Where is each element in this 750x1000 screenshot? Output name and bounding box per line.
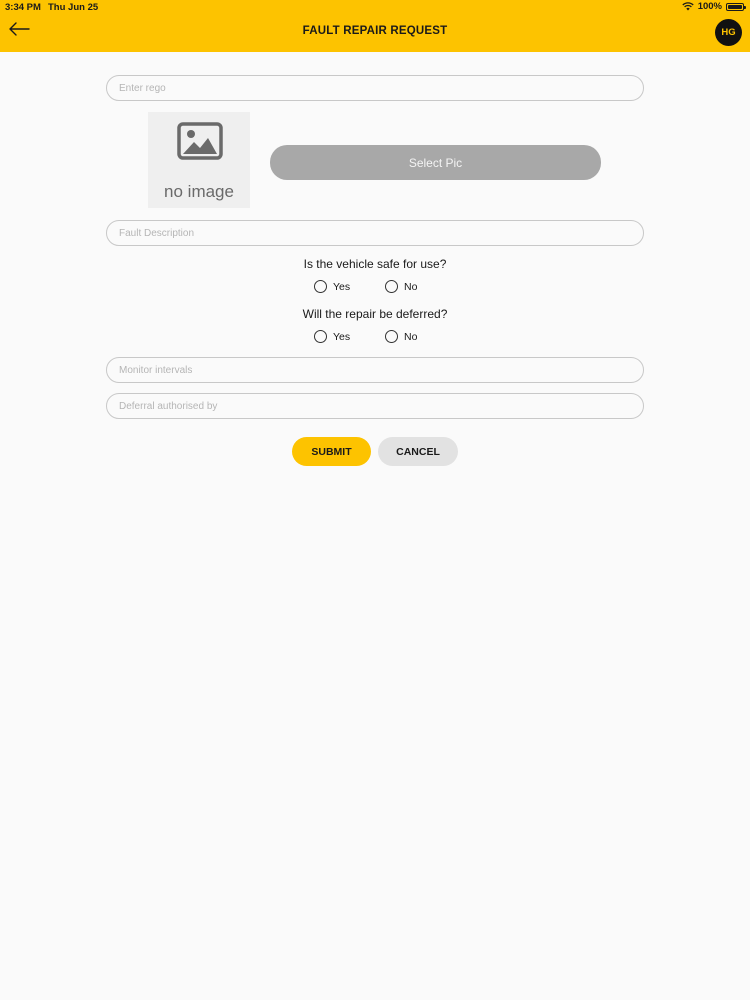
deferred-no-radio[interactable]: No bbox=[385, 330, 417, 343]
radio-circle[interactable] bbox=[385, 280, 398, 293]
status-time: 3:34 PM bbox=[5, 2, 41, 13]
no-image-label: no image bbox=[164, 182, 234, 201]
deferral-authorised-input[interactable] bbox=[106, 393, 644, 419]
image-icon bbox=[177, 122, 223, 160]
safe-yes-label: Yes bbox=[333, 280, 351, 293]
cancel-button[interactable]: CANCEL bbox=[378, 437, 458, 466]
submit-button[interactable]: SUBMIT bbox=[292, 437, 371, 466]
deferred-no-label: No bbox=[404, 330, 418, 343]
safe-no-label: No bbox=[404, 280, 418, 293]
rego-input[interactable] bbox=[106, 75, 644, 101]
fault-description-input[interactable] bbox=[106, 220, 644, 246]
image-placeholder: no image bbox=[148, 112, 250, 208]
battery-icon bbox=[726, 2, 746, 11]
battery-percent: 100% bbox=[697, 1, 722, 12]
safe-no-radio[interactable]: No bbox=[385, 280, 417, 293]
safe-yes-radio[interactable]: Yes bbox=[314, 280, 350, 293]
safe-question: Is the vehicle safe for use? bbox=[303, 257, 447, 271]
page-title: FAULT REPAIR REQUEST bbox=[302, 25, 448, 37]
wifi-icon bbox=[682, 2, 694, 11]
deferred-yes-label: Yes bbox=[333, 330, 351, 343]
deferred-question: Will the repair be deferred? bbox=[302, 307, 448, 321]
deferred-yes-radio[interactable]: Yes bbox=[314, 330, 350, 343]
radio-circle[interactable] bbox=[314, 330, 327, 343]
radio-circle[interactable] bbox=[314, 280, 327, 293]
radio-circle[interactable] bbox=[385, 330, 398, 343]
status-date: Thu Jun 25 bbox=[48, 2, 99, 13]
status-indicators: 100% bbox=[682, 1, 746, 12]
select-pic-button[interactable]: Select Pic bbox=[270, 145, 601, 180]
monitor-intervals-input[interactable] bbox=[106, 357, 644, 383]
avatar[interactable]: HG bbox=[715, 19, 742, 46]
header-bar: 3:34 PM Thu Jun 25 100% FAULT REPAIR REQ… bbox=[0, 0, 750, 52]
